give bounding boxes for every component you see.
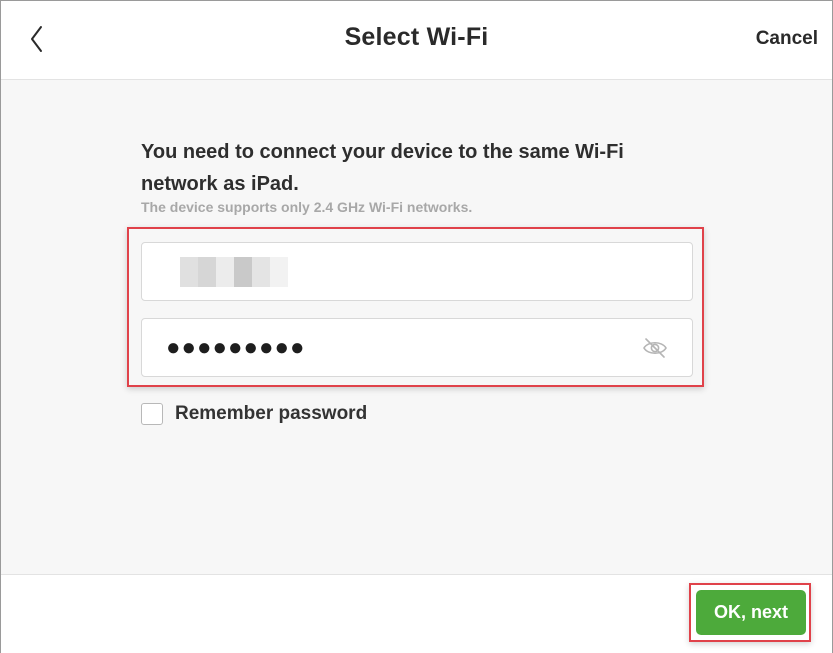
- password-visibility-toggle[interactable]: [642, 336, 668, 360]
- footer-bar: OK, next: [1, 574, 832, 653]
- header-bar: Select Wi-Fi Cancel: [1, 1, 832, 80]
- wifi-password-field[interactable]: ●●●●●●●●●: [141, 318, 693, 377]
- remember-password-label: Remember password: [175, 403, 368, 424]
- remember-password-checkbox[interactable]: [141, 403, 163, 425]
- eye-off-icon: [643, 338, 667, 358]
- cancel-button[interactable]: Cancel: [756, 28, 818, 50]
- wifi-network-field[interactable]: [141, 242, 693, 301]
- ssid-redacted-value: [162, 257, 288, 287]
- ok-next-button[interactable]: OK, next: [696, 590, 806, 635]
- frequency-note: The device supports only 2.4 GHz Wi-Fi n…: [141, 199, 473, 215]
- remember-password-option[interactable]: Remember password: [141, 402, 367, 426]
- main-content: You need to connect your device to the s…: [1, 80, 832, 574]
- password-masked-value: ●●●●●●●●●: [166, 334, 306, 361]
- wifi-select-window: Select Wi-Fi Cancel You need to connect …: [0, 0, 833, 653]
- page-title: Select Wi-Fi: [344, 23, 489, 51]
- instruction-heading: You need to connect your device to the s…: [141, 141, 624, 195]
